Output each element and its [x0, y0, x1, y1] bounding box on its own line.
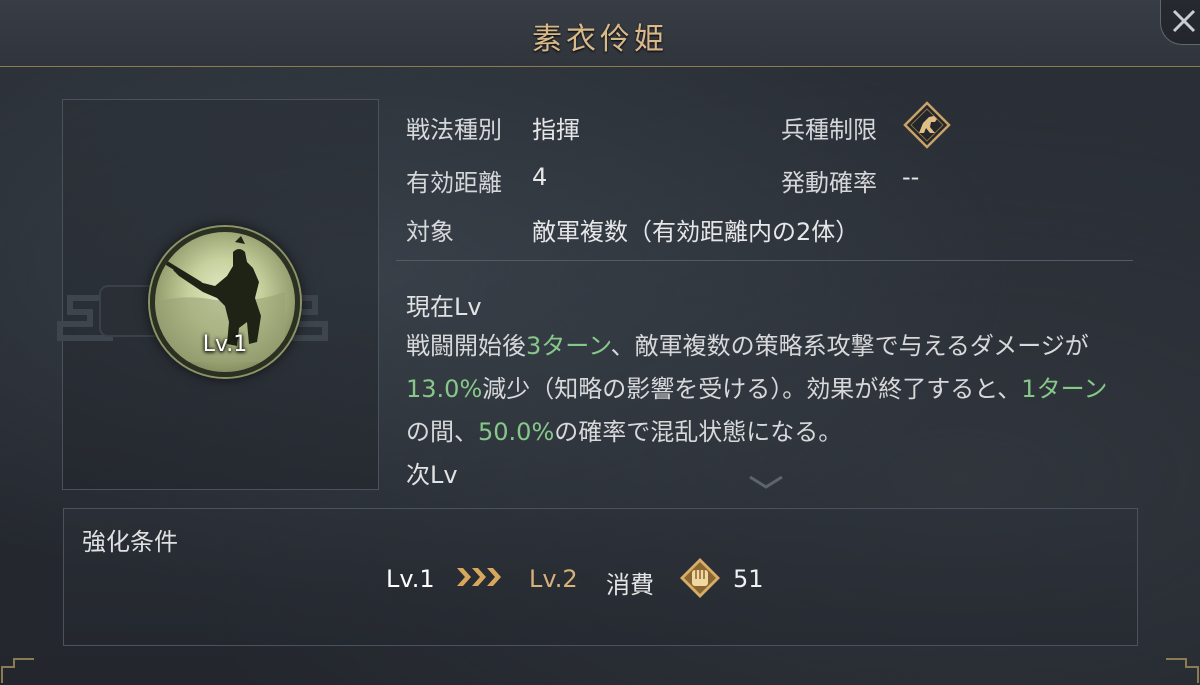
desc-highlight: 3ターン — [526, 332, 611, 360]
tactic-portrait-medallion: Lv.1 — [150, 227, 300, 377]
range-value: 4 — [532, 163, 548, 191]
enhance-cost-value: 51 — [733, 565, 764, 593]
enhance-to-level: Lv.2 — [529, 565, 578, 593]
target-label: 対象 — [406, 218, 454, 246]
enhance-title: 強化条件 — [82, 528, 178, 556]
desc-text: 減少（知略の影響を受ける）。効果が終了すると、 — [482, 375, 1022, 403]
enhance-cost-label: 消費 — [606, 571, 654, 599]
close-icon — [1172, 9, 1196, 33]
target-value: 敵軍複数（有効距離内の2体） — [532, 218, 860, 246]
current-level-heading: 現在Lv — [406, 293, 482, 321]
tactic-type-value: 指揮 — [532, 116, 580, 144]
desc-text: の間、 — [406, 418, 478, 446]
next-level-heading: 次Lv — [406, 461, 458, 489]
desc-highlight: 1ターン — [1021, 375, 1108, 403]
troop-limit-label: 兵種制限 — [781, 116, 877, 144]
close-button[interactable] — [1160, 0, 1200, 45]
range-label: 有効距離 — [406, 169, 502, 197]
desc-highlight: 50.0% — [478, 418, 555, 446]
desc-highlight: 13.0% — [406, 375, 483, 403]
fist-token-icon — [680, 558, 720, 598]
enhance-panel — [63, 508, 1138, 646]
triple-chevron-arrow-icon — [457, 568, 501, 586]
enhance-from-level: Lv.1 — [386, 565, 435, 593]
portrait-level-badge: Lv.1 — [202, 332, 248, 357]
horse-cavalry-icon[interactable] — [903, 101, 951, 149]
current-level-description: 戦闘開始後3ターン、敵軍複数の策略系攻撃で与えるダメージが 13.0%減少（知略の… — [406, 325, 1121, 454]
corner-ornament — [1166, 658, 1199, 683]
desc-text: 戦闘開始後 — [406, 332, 526, 360]
desc-text: 、敵軍複数の策略系攻撃で与えるダメージが — [610, 332, 1089, 360]
activation-rate-label: 発動確率 — [781, 169, 877, 197]
tactic-type-label: 戦法種別 — [406, 116, 502, 144]
activation-rate-value: -- — [902, 163, 920, 191]
corner-ornament — [1, 658, 34, 683]
scroll-down-chevron-icon[interactable] — [748, 474, 784, 490]
section-divider — [396, 260, 1133, 261]
desc-text: の確率で混乱状態になる。 — [554, 418, 843, 446]
page-title: 素衣伶姫 — [532, 22, 668, 57]
